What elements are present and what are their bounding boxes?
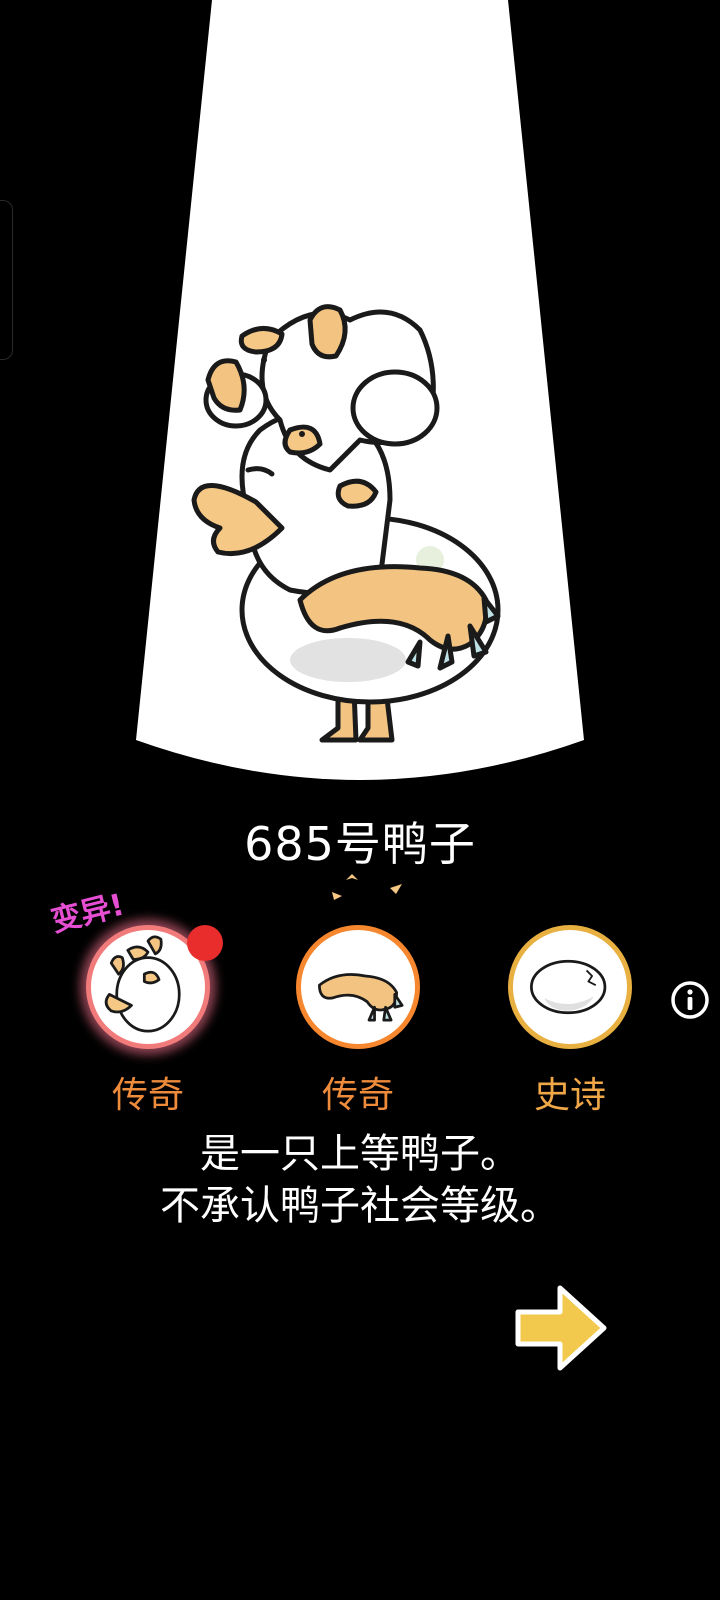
info-icon[interactable] <box>670 980 710 1020</box>
description-line-1: 是一只上等鸭子。 <box>200 1131 520 1177</box>
next-arrow-button[interactable] <box>512 1278 612 1378</box>
trait-egg-body[interactable] <box>508 925 632 1049</box>
new-badge <box>187 925 223 961</box>
trait-rarity-1: 传奇 <box>111 1075 184 1116</box>
trait-rarity-3: 史诗 <box>533 1075 606 1116</box>
duck-illustration <box>191 304 501 743</box>
cracked-egg-body-icon <box>530 959 607 1015</box>
trait-claw-arm[interactable] <box>296 925 420 1049</box>
duck-name: 685号鸭子 <box>244 817 476 871</box>
claw-arm-icon <box>318 973 404 1022</box>
description-line-2: 不承认鸭子社会等级。 <box>160 1183 560 1229</box>
mutation-tag: 变异! <box>47 887 128 940</box>
sparkle-icon <box>332 874 402 900</box>
duck-description: 是一只上等鸭子。 不承认鸭子社会等级。 <box>0 1128 720 1232</box>
trait-rarity-2: 传奇 <box>321 1075 394 1116</box>
